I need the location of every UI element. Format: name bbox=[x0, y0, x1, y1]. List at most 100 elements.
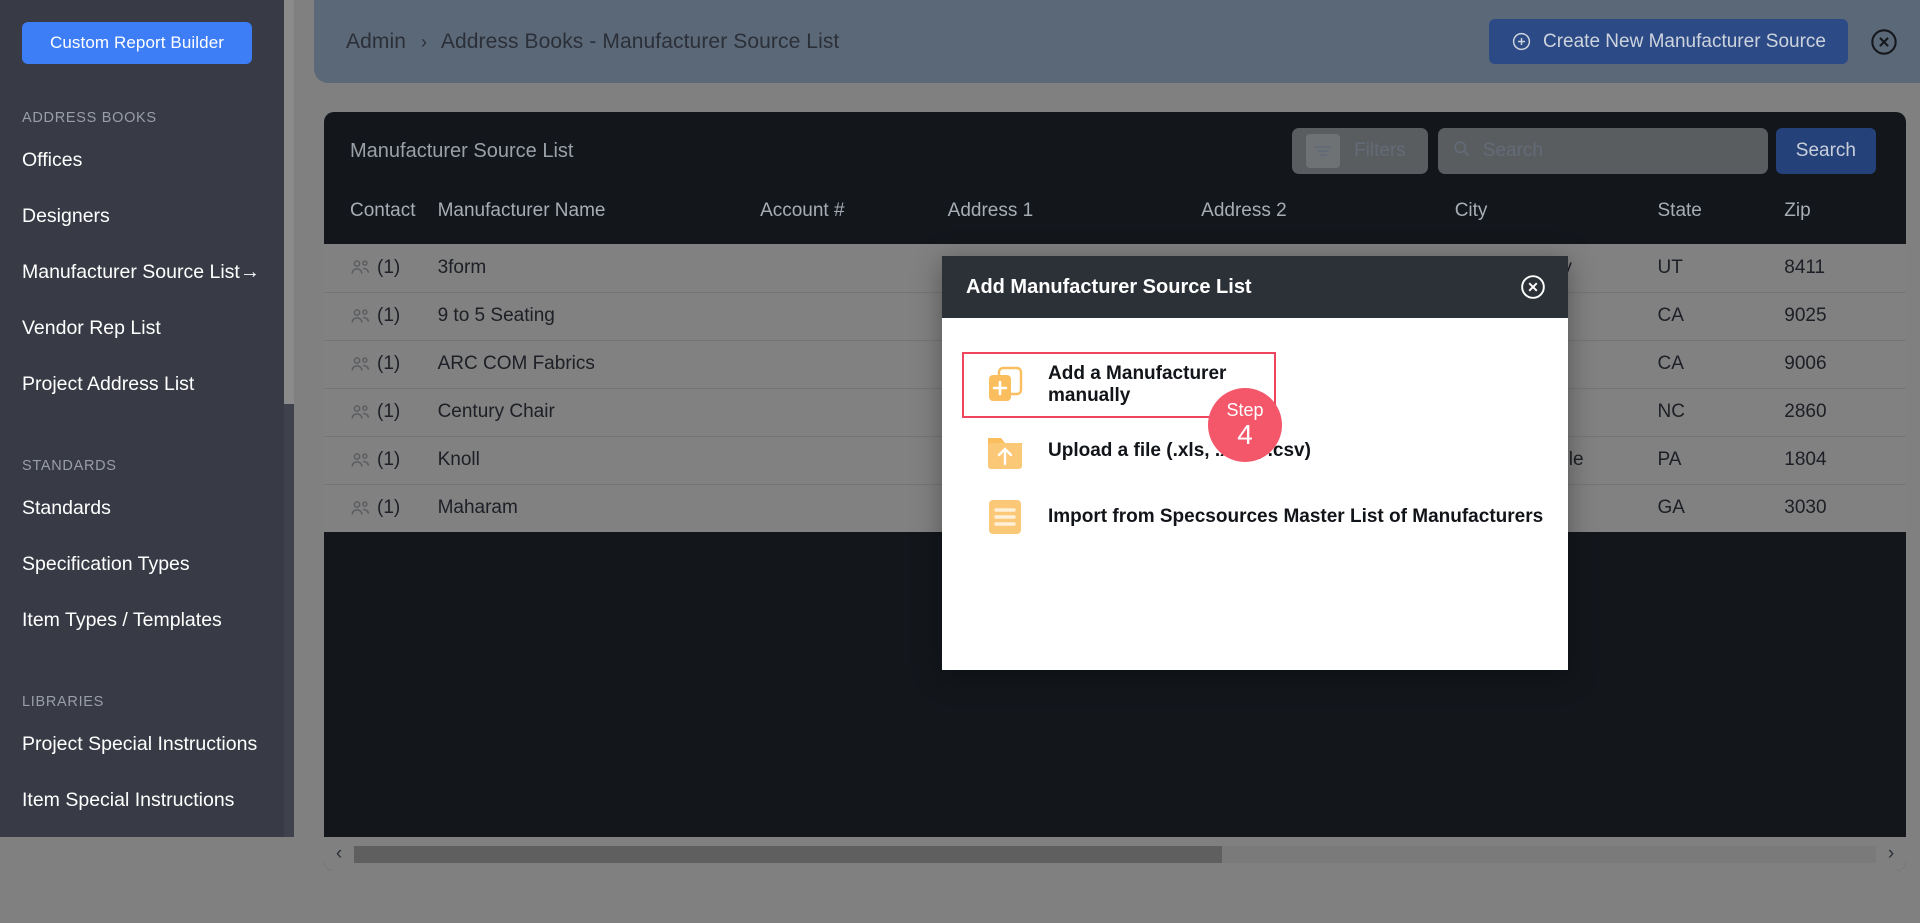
sidebar-section-address-books-label: ADDRESS BOOKS bbox=[22, 110, 157, 126]
scrollbar-thumb[interactable] bbox=[354, 845, 1222, 863]
cell-zip: 8411 bbox=[1784, 244, 1906, 293]
scrollbar-track[interactable] bbox=[354, 845, 1876, 863]
cell-state: UT bbox=[1657, 244, 1785, 293]
sidebar-item-label: Item Special Instructions bbox=[22, 788, 235, 811]
contact-count-label: (1) bbox=[377, 449, 401, 470]
sidebar-item-specification-types[interactable]: Specification Types bbox=[22, 536, 272, 592]
cell-state: CA bbox=[1657, 340, 1785, 389]
cell-account bbox=[760, 244, 948, 293]
column-header-address2[interactable]: Address 2 bbox=[1201, 190, 1455, 244]
create-new-manufacturer-source-button[interactable]: Create New Manufacturer Source bbox=[1488, 19, 1848, 64]
column-header-account[interactable]: Account # bbox=[760, 190, 948, 244]
search-icon bbox=[1452, 139, 1471, 163]
cell-account bbox=[760, 340, 948, 389]
contact-count[interactable]: (1) bbox=[350, 401, 438, 423]
cell-state: NC bbox=[1657, 388, 1785, 437]
option-import-specsources-master-list[interactable]: Import from Specsources Master List of M… bbox=[964, 484, 1546, 550]
column-header-address1[interactable]: Address 1 bbox=[947, 190, 1202, 244]
contact-count-label: (1) bbox=[377, 401, 401, 422]
cell-zip: 9025 bbox=[1784, 292, 1906, 341]
breadcrumb-root[interactable]: Admin bbox=[346, 30, 406, 53]
horizontal-scrollbar[interactable]: ‹ › bbox=[324, 837, 1906, 871]
column-header-state[interactable]: State bbox=[1657, 190, 1785, 244]
cell-account bbox=[760, 388, 948, 437]
sidebar-item-label: Designers bbox=[22, 204, 110, 227]
cell-zip: 9006 bbox=[1784, 340, 1906, 389]
cell-manufacturer: Maharam bbox=[437, 484, 761, 533]
breadcrumb-current: Address Books - Manufacturer Source List bbox=[440, 29, 840, 53]
sidebar-item-standards[interactable]: Standards bbox=[22, 480, 272, 536]
sidebar: Custom Report Builder ADDRESS BOOKS Offi… bbox=[0, 0, 294, 880]
custom-report-builder-button[interactable]: Custom Report Builder bbox=[22, 22, 252, 64]
app-root: Custom Report Builder ADDRESS BOOKS Offi… bbox=[0, 0, 1920, 923]
cell-zip: 2860 bbox=[1784, 388, 1906, 437]
sidebar-bottom-mask bbox=[0, 837, 294, 880]
page-area: Admin › Address Books - Manufacturer Sou… bbox=[294, 0, 1920, 923]
contact-count[interactable]: (1) bbox=[350, 353, 438, 375]
search-box[interactable] bbox=[1437, 128, 1768, 174]
cell-contact: (1) bbox=[324, 340, 438, 389]
modal-header: Add Manufacturer Source List bbox=[942, 256, 1568, 318]
sidebar-item-project-address-list[interactable]: Project Address List bbox=[22, 356, 272, 412]
create-button-label: Create New Manufacturer Source bbox=[1542, 30, 1826, 52]
contact-count-label: (1) bbox=[377, 497, 401, 518]
filter-icon bbox=[1306, 134, 1341, 168]
contact-count-label: (1) bbox=[377, 353, 401, 374]
sidebar-item-item-special-instructions[interactable]: Item Special Instructions bbox=[22, 772, 272, 828]
modal-title: Add Manufacturer Source List bbox=[966, 275, 1252, 298]
scroll-right-icon[interactable]: › bbox=[1876, 843, 1906, 865]
table-title: Manufacturer Source List bbox=[350, 139, 574, 162]
copy-plus-icon bbox=[982, 362, 1028, 408]
sidebar-item-label: Standards bbox=[22, 496, 111, 519]
top-bar: Admin › Address Books - Manufacturer Sou… bbox=[314, 0, 1920, 83]
column-header-city[interactable]: City bbox=[1454, 190, 1658, 244]
cell-zip: 1804 bbox=[1784, 436, 1906, 485]
sidebar-item-label: Vendor Rep List bbox=[22, 316, 161, 339]
contact-count-label: (1) bbox=[377, 256, 401, 278]
folder-upload-icon bbox=[982, 428, 1028, 474]
search-input[interactable] bbox=[1482, 140, 1754, 162]
sidebar-item-vendor-rep-list[interactable]: Vendor Rep List bbox=[22, 300, 272, 356]
cell-state: PA bbox=[1657, 436, 1785, 485]
cell-contact: (1) bbox=[324, 292, 438, 341]
cell-manufacturer: Knoll bbox=[437, 436, 761, 485]
close-icon[interactable] bbox=[1520, 274, 1546, 300]
sidebar-item-label: Item Types / Templates bbox=[22, 608, 222, 631]
step-badge: Step 4 bbox=[1208, 388, 1282, 462]
sidebar-item-offices[interactable]: Offices bbox=[22, 132, 272, 188]
sidebar-item-item-types-templates[interactable]: Item Types / Templates bbox=[22, 592, 272, 648]
contact-count[interactable]: (1) bbox=[350, 449, 438, 471]
column-header-manufacturer[interactable]: Manufacturer Name bbox=[437, 190, 761, 244]
cell-contact: (1) bbox=[324, 484, 438, 533]
cell-manufacturer: ARC COM Fabrics bbox=[437, 340, 761, 389]
table-toolbar: Manufacturer Source List Filters Search … bbox=[324, 112, 1906, 190]
scroll-left-icon[interactable]: ‹ bbox=[324, 843, 354, 865]
close-page-icon[interactable] bbox=[1870, 28, 1898, 56]
cell-state: CA bbox=[1657, 292, 1785, 341]
contact-count[interactable]: (1) bbox=[350, 257, 438, 279]
contact-count[interactable]: (1) bbox=[350, 305, 438, 327]
modal-body: Add a Manufacturer manually Upload a fil… bbox=[942, 318, 1568, 550]
contact-count[interactable]: (1) bbox=[350, 497, 438, 519]
step-badge-number: 4 bbox=[1237, 418, 1253, 450]
cell-manufacturer: Century Chair bbox=[437, 388, 761, 437]
sidebar-scrollbar[interactable] bbox=[284, 0, 294, 880]
cell-contact: (1) bbox=[324, 388, 438, 437]
table-header-row: Contact Manufacturer Name Account # Addr… bbox=[324, 190, 1906, 244]
cell-state: GA bbox=[1657, 484, 1785, 533]
filters-button[interactable]: Filters bbox=[1292, 128, 1428, 174]
column-header-zip[interactable]: Zip bbox=[1784, 190, 1906, 244]
cell-contact: (1) bbox=[324, 244, 438, 293]
search-button[interactable]: Search bbox=[1775, 128, 1876, 174]
sidebar-item-designers[interactable]: Designers bbox=[22, 188, 272, 244]
add-manufacturer-modal: Add Manufacturer Source List Add a Manuf… bbox=[942, 256, 1568, 670]
sidebar-item-project-special-instructions[interactable]: Project Special Instructions bbox=[22, 716, 272, 772]
cell-zip: 3030 bbox=[1784, 484, 1906, 533]
sidebar-scrollbar-thumb[interactable] bbox=[284, 0, 294, 404]
sidebar-item-label: Manufacturer Source List bbox=[22, 260, 240, 283]
sidebar-item-manufacturer-source-list[interactable]: Manufacturer Source List → bbox=[22, 244, 272, 300]
cell-manufacturer: 9 to 5 Seating bbox=[437, 292, 761, 341]
sidebar-item-label: Specification Types bbox=[22, 552, 190, 575]
column-header-contact[interactable]: Contact bbox=[324, 190, 438, 244]
cell-manufacturer: 3form bbox=[437, 244, 761, 293]
